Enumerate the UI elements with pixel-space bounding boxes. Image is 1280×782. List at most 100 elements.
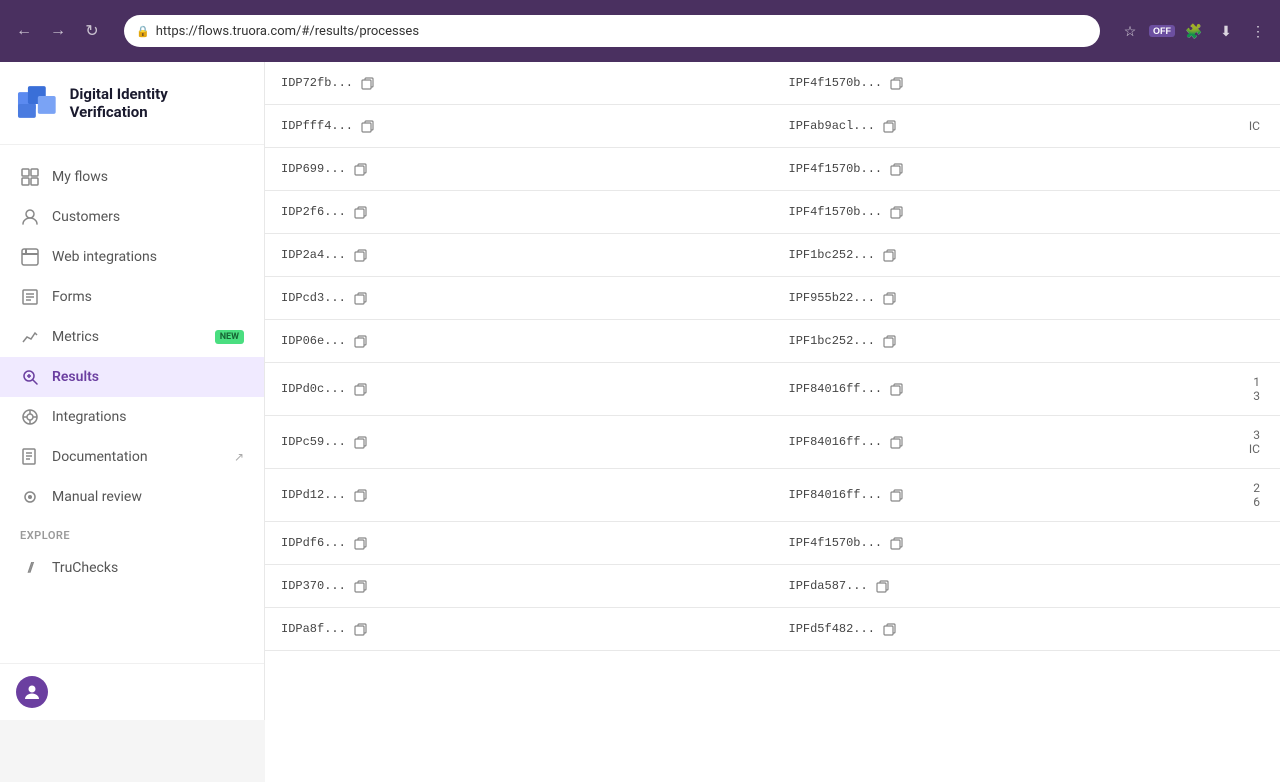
vpn-button[interactable]: OFF (1148, 17, 1176, 45)
metrics-icon (20, 327, 40, 347)
menu-button[interactable]: ⋮ (1244, 17, 1272, 45)
copy-icon (890, 382, 904, 396)
copy-id2-button[interactable] (881, 620, 899, 638)
content-area[interactable]: IDP72fb... IPF4f1570b... IDPfff4... (265, 62, 1280, 782)
copy-icon (890, 488, 904, 502)
copy-id1-button[interactable] (352, 160, 370, 178)
flow-id-text: IPFab9acl... (789, 119, 875, 133)
copy-id2-button[interactable] (888, 74, 906, 92)
process-id-cell: IDPd12... (281, 486, 757, 504)
sidebar-item-web-integrations[interactable]: Web integrations (0, 237, 264, 277)
table-row[interactable]: IDP06e... IPF1bc252... (265, 320, 1280, 363)
sidebar-item-label: Manual review (52, 489, 142, 505)
reload-button[interactable]: ↻ (78, 17, 106, 45)
results-table: IDP72fb... IPF4f1570b... IDPfff4... (265, 62, 1280, 651)
flow-id-text: IPFd5f482... (789, 622, 875, 636)
copy-id2-button[interactable] (881, 246, 899, 264)
sidebar-item-customers[interactable]: Customers (0, 197, 264, 237)
copy-id2-button[interactable] (888, 486, 906, 504)
download-button[interactable]: ⬇ (1212, 17, 1240, 45)
sidebar-item-forms[interactable]: Forms (0, 277, 264, 317)
table-row[interactable]: IDPa8f... IPFd5f482... (265, 608, 1280, 651)
bookmark-button[interactable]: ☆ (1116, 17, 1144, 45)
process-id-cell: IDP2f6... (281, 203, 757, 221)
process-id-cell: IDP06e... (281, 332, 757, 350)
copy-id1-button[interactable] (352, 380, 370, 398)
copy-id1-button[interactable] (359, 74, 377, 92)
copy-icon (354, 622, 368, 636)
copy-id2-button[interactable] (888, 380, 906, 398)
table-row[interactable]: IDPc59... IPF84016ff... 3IC (265, 416, 1280, 469)
right-value-cell: 3IC (1229, 416, 1280, 469)
flow-id-cell: IPF84016ff... (789, 486, 1214, 504)
copy-id2-button[interactable] (881, 289, 899, 307)
flow-id-cell: IPF955b22... (789, 289, 1214, 307)
address-bar[interactable]: 🔒 https://flows.truora.com/#/results/pro… (124, 15, 1100, 47)
copy-icon (883, 334, 897, 348)
copy-icon (890, 536, 904, 550)
sidebar-item-manual-review[interactable]: Manual review (0, 477, 264, 517)
table-row[interactable]: IDPd0c... IPF84016ff... 13 (265, 363, 1280, 416)
process-id-text: IDP370... (281, 579, 346, 593)
external-link-icon: ↗ (234, 450, 244, 464)
sidebar-item-label: Metrics (52, 329, 99, 345)
copy-id1-button[interactable] (352, 620, 370, 638)
sidebar-item-my-flows[interactable]: My flows (0, 157, 264, 197)
table-row[interactable]: IDP2a4... IPF1bc252... (265, 234, 1280, 277)
right-value-cell (1229, 565, 1280, 608)
manual-review-icon (20, 487, 40, 507)
right-value-cell (1229, 191, 1280, 234)
copy-id1-button[interactable] (352, 577, 370, 595)
sidebar-item-truchecks[interactable]: // TruChecks (0, 548, 264, 588)
table-row[interactable]: IDP699... IPF4f1570b... (265, 148, 1280, 191)
sidebar-item-metrics[interactable]: Metrics NEW (0, 317, 264, 357)
right-value-cell (1229, 62, 1280, 105)
truchecks-icon: // (20, 558, 40, 578)
copy-id2-button[interactable] (888, 534, 906, 552)
sidebar-item-documentation[interactable]: Documentation ↗ (0, 437, 264, 477)
copy-id1-button[interactable] (352, 534, 370, 552)
table-row[interactable]: IDPfff4... IPFab9acl... IC (265, 105, 1280, 148)
copy-id2-button[interactable] (881, 332, 899, 350)
extensions-button[interactable]: 🧩 (1180, 17, 1208, 45)
back-button[interactable]: ← (10, 17, 38, 45)
flows-icon (20, 167, 40, 187)
copy-icon (883, 622, 897, 636)
user-avatar[interactable] (16, 676, 48, 708)
right-value-cell (1229, 277, 1280, 320)
forward-button[interactable]: → (44, 17, 72, 45)
copy-id2-button[interactable] (874, 577, 892, 595)
app-container: Digital Identity Verification My flows (0, 62, 1280, 782)
table-row[interactable]: IDP2f6... IPF4f1570b... (265, 191, 1280, 234)
table-row[interactable]: IDPd12... IPF84016ff... 26 (265, 469, 1280, 522)
flow-id-cell: IPF4f1570b... (789, 534, 1214, 552)
sidebar-item-label: Results (52, 369, 99, 385)
copy-icon (890, 162, 904, 176)
process-id-text: IDP06e... (281, 334, 346, 348)
copy-id2-button[interactable] (881, 117, 899, 135)
copy-id1-button[interactable] (352, 203, 370, 221)
table-row[interactable]: IDPcd3... IPF955b22... (265, 277, 1280, 320)
sidebar-item-label: Customers (52, 209, 120, 225)
copy-id2-button[interactable] (888, 203, 906, 221)
copy-icon (354, 488, 368, 502)
sidebar-item-results[interactable]: Results (0, 357, 264, 397)
copy-icon (354, 536, 368, 550)
flow-id-cell: IPF4f1570b... (789, 74, 1214, 92)
flow-id-cell: IPF84016ff... (789, 380, 1214, 398)
browser-chrome: ← → ↻ 🔒 https://flows.truora.com/#/resul… (0, 0, 1280, 62)
copy-id1-button[interactable] (352, 433, 370, 451)
copy-id1-button[interactable] (352, 332, 370, 350)
copy-id2-button[interactable] (888, 160, 906, 178)
sidebar-logo: Digital Identity Verification (0, 62, 264, 145)
copy-id1-button[interactable] (352, 486, 370, 504)
table-row[interactable]: IDP370... IPFda587... (265, 565, 1280, 608)
table-row[interactable]: IDPdf6... IPF4f1570b... (265, 522, 1280, 565)
copy-id1-button[interactable] (359, 117, 377, 135)
copy-id1-button[interactable] (352, 246, 370, 264)
copy-id1-button[interactable] (352, 289, 370, 307)
copy-icon (883, 119, 897, 133)
table-row[interactable]: IDP72fb... IPF4f1570b... (265, 62, 1280, 105)
sidebar-item-integrations[interactable]: Integrations (0, 397, 264, 437)
copy-id2-button[interactable] (888, 433, 906, 451)
